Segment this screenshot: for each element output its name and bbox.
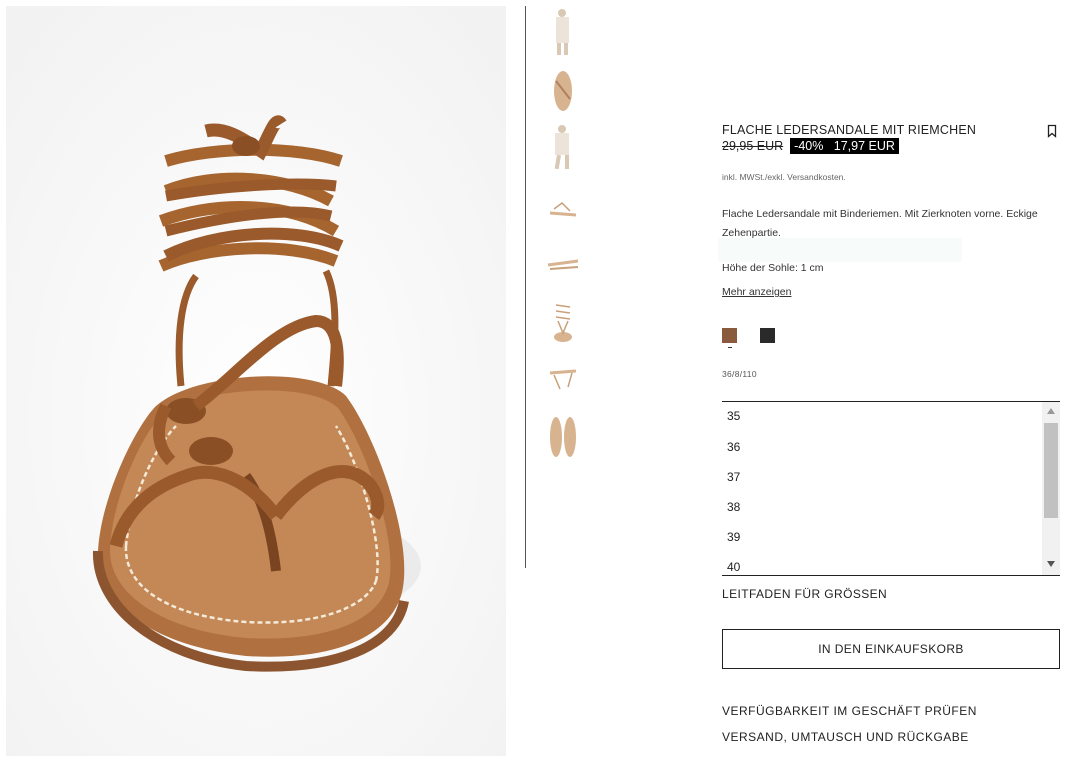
chevron-up-icon[interactable] [1047, 408, 1055, 414]
sandal-thumbnail-icon [554, 71, 572, 111]
main-product-image[interactable] [6, 6, 506, 756]
thumbnail-sandal-pair[interactable] [543, 236, 583, 290]
sandal-illustration [6, 6, 506, 756]
product-reference: 36/8/110 [722, 369, 757, 379]
store-availability-link[interactable]: VERFÜGBARKEIT IM GESCHÄFT PRÜFEN [722, 704, 977, 718]
add-to-cart-button[interactable]: IN DEN EINKAUFSKORB [722, 629, 1060, 669]
thumbnail-gallery [543, 4, 585, 468]
bookmark-icon[interactable] [1046, 124, 1058, 138]
sole-height: Höhe der Sohle: 1 cm [722, 262, 824, 274]
model-thumbnail-icon [554, 125, 569, 170]
size-option[interactable]: 40 [722, 552, 1060, 575]
chevron-down-icon[interactable] [1047, 561, 1055, 567]
tax-note: inkl. MWSt./exkl. Versandkosten. [722, 172, 846, 182]
thumbnail-sandal-profile[interactable] [543, 178, 583, 232]
discount-percent: -40% [794, 139, 824, 153]
product-title: FLACHE LEDERSANDALE MIT RIEMCHEN [722, 123, 977, 137]
vertical-divider [525, 6, 526, 568]
sale-price: 17,97 EUR [833, 139, 895, 153]
color-swatch-black[interactable] [760, 328, 775, 343]
ghost-overlay [718, 238, 962, 262]
size-option[interactable]: 39 [722, 522, 1060, 552]
size-option[interactable]: 38 [722, 492, 1060, 522]
selected-color-indicator [728, 347, 732, 348]
model-thumbnail-icon [556, 9, 569, 55]
scrollbar-thumb[interactable] [1044, 423, 1058, 518]
sandal-thumbnail-icon [550, 417, 576, 457]
size-option[interactable]: 37 [722, 462, 1060, 492]
show-more-link[interactable]: Mehr anzeigen [722, 286, 791, 298]
thumbnail-sandal-front[interactable] [543, 294, 583, 348]
sandal-thumbnail-icon [547, 259, 579, 270]
sandal-thumbnail-icon [549, 202, 577, 217]
sandal-thumbnail-icon [554, 304, 572, 342]
color-swatch-brown[interactable] [722, 328, 737, 343]
thumbnail-model-walk[interactable] [543, 120, 583, 174]
size-list[interactable]: 35 36 37 38 39 40 [722, 401, 1060, 576]
thumbnail-sandal-top[interactable] [543, 410, 583, 464]
discount-badge: -40% 17,97 EUR [790, 138, 899, 154]
thumbnail-sandal-back[interactable] [543, 352, 583, 406]
thumbnail-sandal-side[interactable] [543, 62, 583, 116]
old-price: 29,95 EUR [722, 139, 784, 153]
size-option[interactable]: 35 [722, 402, 1060, 432]
price-row: 29,95 EUR -40% 17,97 EUR [722, 138, 899, 154]
size-list-scrollbar[interactable] [1042, 402, 1060, 575]
size-option[interactable]: 36 [722, 432, 1060, 462]
size-guide-link[interactable]: LEITFADEN FÜR GRÖSSEN [722, 587, 887, 601]
thumbnail-model-front[interactable] [543, 4, 583, 58]
shipping-returns-link[interactable]: VERSAND, UMTAUSCH UND RÜCKGABE [722, 730, 969, 744]
sandal-thumbnail-icon [549, 369, 577, 390]
